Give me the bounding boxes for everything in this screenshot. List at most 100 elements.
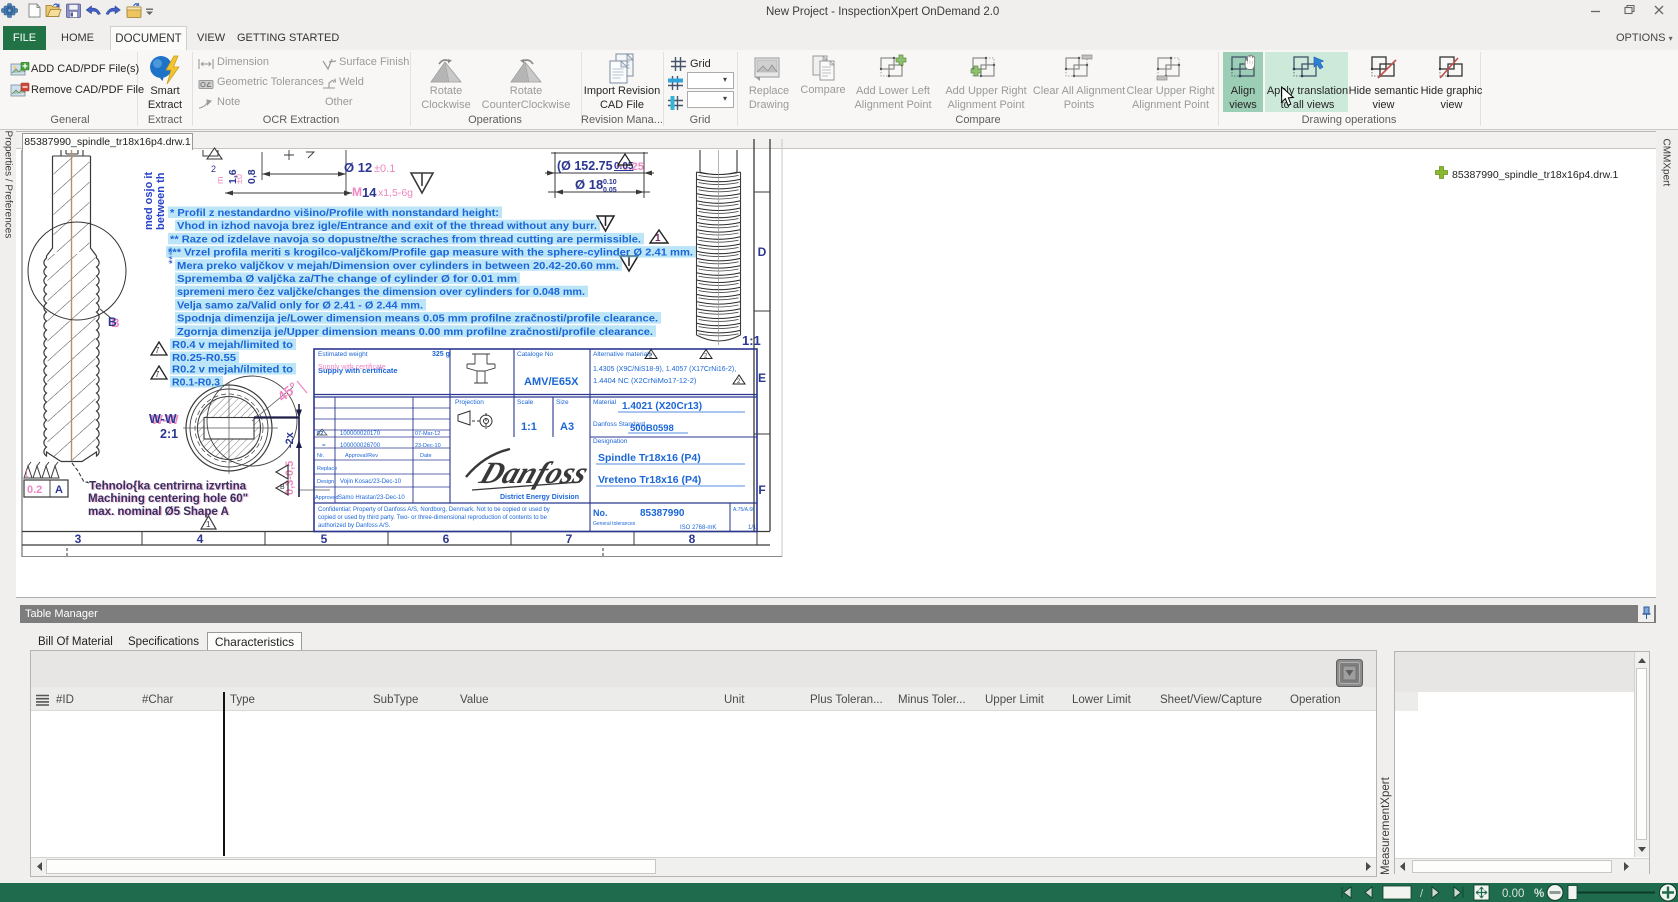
svg-text:6: 6 bbox=[443, 532, 450, 546]
svg-text:F: F bbox=[758, 483, 765, 497]
svg-text:spremeni mero čez valjčke/chan: spremeni mero čez valjčke/changes the di… bbox=[177, 287, 585, 298]
svg-text:45°: 45° bbox=[274, 379, 301, 405]
svg-text:Nr.: Nr. bbox=[317, 453, 325, 459]
svg-text:R0.25-R0.55: R0.25-R0.55 bbox=[172, 353, 236, 364]
svg-text:Vreteno Tr18x16 (P4): Vreteno Tr18x16 (P4) bbox=[598, 474, 701, 486]
svg-text:7: 7 bbox=[566, 532, 573, 546]
svg-text:B: B bbox=[108, 315, 117, 329]
svg-text:1: 1 bbox=[24, 469, 29, 479]
svg-text:0,8: 0,8 bbox=[246, 169, 258, 184]
svg-text:7: 7 bbox=[155, 370, 160, 379]
svg-text:100000020170: 100000020170 bbox=[340, 431, 381, 437]
svg-text:R0.1-R0.3: R0.1-R0.3 bbox=[172, 378, 220, 389]
svg-text:A3: A3 bbox=[560, 421, 574, 433]
svg-text:07-Mar-12: 07-Mar-12 bbox=[415, 431, 440, 437]
svg-text:B: B bbox=[280, 484, 285, 491]
svg-text:A: A bbox=[55, 484, 63, 496]
svg-text:copied or used by third party.: copied or used by third party. Two- or t… bbox=[318, 515, 548, 521]
svg-text:Spindle Tr18x16 (P4): Spindle Tr18x16 (P4) bbox=[598, 452, 701, 464]
svg-text:Projection: Projection bbox=[455, 399, 484, 406]
svg-text:1: 1 bbox=[206, 520, 211, 529]
svg-text:*** Vrzel profila meriti s kro: *** Vrzel profila meriti s krogilco-valj… bbox=[168, 248, 693, 259]
svg-text:0.05: 0.05 bbox=[603, 187, 617, 194]
svg-text:0.2: 0.2 bbox=[27, 484, 42, 496]
svg-text:1:1: 1:1 bbox=[742, 333, 761, 348]
svg-text:1.4021 (X20Cr13): 1.4021 (X20Cr13) bbox=[622, 401, 702, 412]
svg-text:Sprememba Ø valjčka za/The ch: Sprememba Ø valjčka za/The change of cyl… bbox=[177, 274, 517, 285]
svg-text:4: 4 bbox=[197, 532, 204, 546]
svg-text:100000026700: 100000026700 bbox=[340, 443, 381, 449]
svg-text:23-Dec-10: 23-Dec-10 bbox=[415, 443, 441, 449]
svg-text:Alternative materials: Alternative materials bbox=[593, 351, 653, 358]
svg-text:-2x: -2x bbox=[284, 431, 296, 448]
svg-text:M: M bbox=[352, 185, 362, 199]
svg-text:ISO 2768-mK: ISO 2768-mK bbox=[680, 525, 716, 531]
svg-text:2:1: 2:1 bbox=[160, 427, 178, 441]
svg-text:max. nominal Ø5 Shape A: max. nominal Ø5 Shape A bbox=[88, 506, 229, 518]
svg-text:±0.1: ±0.1 bbox=[374, 163, 395, 175]
svg-text:Date: Date bbox=[420, 453, 432, 459]
svg-text:R0.4 v mejah/limited to: R0.4 v mejah/limited to bbox=[172, 340, 293, 351]
svg-text:Approval/Rev: Approval/Rev bbox=[345, 453, 378, 459]
svg-text:1:1: 1:1 bbox=[521, 421, 537, 433]
svg-text:x1,5-6g: x1,5-6g bbox=[378, 187, 413, 199]
svg-text:D: D bbox=[758, 245, 767, 259]
svg-text:Design: Design bbox=[317, 479, 334, 485]
svg-text:Cataloge No: Cataloge No bbox=[517, 351, 554, 358]
svg-text:1: 1 bbox=[655, 233, 661, 244]
svg-text:m: m bbox=[215, 177, 225, 185]
svg-text:1.4404 NC (X2CrNiMo17-12-2): 1.4404 NC (X2CrNiMo17-12-2) bbox=[593, 376, 697, 385]
svg-text:2: 2 bbox=[211, 164, 216, 174]
svg-text:Spodnja dimenzija je/Lower dim: Spodnja dimenzija je/Lower dimension mea… bbox=[177, 314, 658, 325]
svg-text:8: 8 bbox=[689, 532, 696, 546]
svg-text:Zgornja dimenzija je/Upper dim: Zgornja dimenzija je/Upper dimension mea… bbox=[177, 327, 653, 338]
svg-text:Vojin Kosac/23-Dec-10: Vojin Kosac/23-Dec-10 bbox=[340, 479, 402, 485]
svg-text:E: E bbox=[758, 371, 766, 385]
svg-text:authorized by Danfoss A/S.: authorized by Danfoss A/S. bbox=[318, 523, 391, 529]
svg-text:0.10: 0.10 bbox=[603, 179, 617, 186]
svg-text:** Raze od izdelave navoja so: ** Raze od izdelave navoja so dopustne/t… bbox=[170, 234, 641, 245]
svg-text:Ø 18: Ø 18 bbox=[575, 177, 603, 192]
svg-text:District Energy Division: District Energy Division bbox=[500, 494, 579, 501]
svg-text:Designation: Designation bbox=[593, 438, 628, 445]
svg-text:Confidential: Property of Dan: Confidential: Property of Danfoss A/S, N… bbox=[318, 507, 550, 513]
svg-text:3: 3 bbox=[75, 532, 82, 546]
svg-text:med osjo it: med osjo it bbox=[143, 172, 155, 230]
svg-text:A.75/A.66: A.75/A.66 bbox=[733, 507, 755, 513]
svg-text:/: / bbox=[1420, 888, 1424, 900]
svg-text:No.: No. bbox=[593, 508, 608, 518]
svg-text:between th: between th bbox=[155, 172, 167, 230]
svg-text:7: 7 bbox=[155, 346, 160, 355]
svg-text:Machining centering hole 60": Machining centering hole 60" bbox=[88, 493, 248, 505]
svg-text:%: % bbox=[1534, 888, 1544, 900]
svg-text:Scale: Scale bbox=[517, 399, 534, 406]
svg-text:1/1: 1/1 bbox=[748, 525, 757, 531]
svg-text:Approved: Approved bbox=[315, 495, 339, 501]
svg-text:Vhod in izhod navoja brez igle: Vhod in izhod navoja brez igle/Entrance … bbox=[177, 221, 597, 232]
svg-text:Replace: Replace bbox=[317, 466, 337, 472]
svg-text:325 g: 325 g bbox=[432, 351, 450, 358]
svg-text:Supply with certificate: Supply with certificate bbox=[318, 364, 386, 371]
svg-text:85387990: 85387990 bbox=[640, 508, 685, 519]
svg-text:* Profil z nestandardno višino: * Profil z nestandardno višino/Profile w… bbox=[170, 208, 499, 219]
svg-text:Samo Hrastar/23-Dec-10: Samo Hrastar/23-Dec-10 bbox=[338, 495, 405, 501]
svg-text:Material: Material bbox=[593, 399, 617, 406]
svg-text:5: 5 bbox=[321, 532, 328, 546]
svg-text:1.4305 (X9C/NiS18-9), 1.4057 (: 1.4305 (X9C/NiS18-9), 1.4057 (X17CrNi16-… bbox=[593, 366, 736, 373]
svg-text:500B0598: 500B0598 bbox=[630, 423, 674, 434]
svg-text:Tehnolo{ka centrirna izvrtina: Tehnolo{ka centrirna izvrtina bbox=[89, 481, 247, 493]
svg-text:AMV/E65X: AMV/E65X bbox=[524, 376, 579, 388]
svg-text:Estimated weight: Estimated weight bbox=[318, 351, 368, 358]
svg-text:=: = bbox=[322, 443, 326, 449]
svg-text:±0: ±0 bbox=[234, 174, 244, 184]
svg-text:Size: Size bbox=[556, 399, 569, 406]
svg-text:Ø 12: Ø 12 bbox=[344, 160, 372, 175]
svg-text:Velja samo za/Valid only for Ø: Velja samo za/Valid only for Ø 2.41 - Ø … bbox=[177, 300, 423, 311]
svg-text:Danfoss: Danfoss bbox=[475, 455, 594, 490]
svg-text:14: 14 bbox=[362, 185, 377, 200]
svg-text:0.00: 0.00 bbox=[1502, 888, 1524, 900]
svg-text:(Ø 152.75: (Ø 152.75 bbox=[557, 159, 613, 173]
svg-text:R0.2 v mejah/ilmited to: R0.2 v mejah/ilmited to bbox=[172, 365, 293, 376]
svg-text:Mera preko valjčkov v mejah/Di: Mera preko valjčkov v mejah/Dimension ov… bbox=[177, 261, 619, 272]
svg-text:General tolerances: General tolerances bbox=[593, 521, 636, 527]
